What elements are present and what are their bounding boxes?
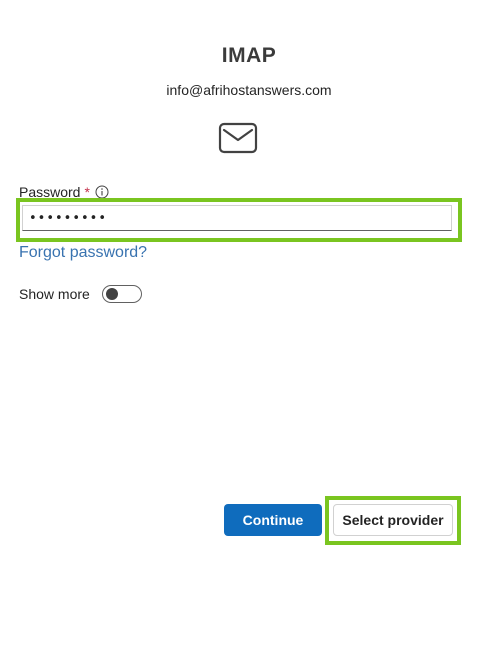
mail-envelope-icon	[218, 122, 258, 154]
show-more-row: Show more	[19, 285, 142, 303]
account-email: info@afrihostanswers.com	[166, 82, 332, 98]
toggle-knob	[105, 288, 118, 300]
show-more-label: Show more	[19, 286, 90, 302]
page-title: IMAP	[221, 44, 277, 67]
show-more-toggle[interactable]	[101, 285, 142, 303]
password-field[interactable]	[22, 205, 452, 231]
info-icon[interactable]	[95, 185, 109, 199]
forgot-password-link[interactable]: Forgot password?	[19, 244, 147, 262]
select-provider-button[interactable]: Select provider	[333, 504, 453, 536]
continue-button[interactable]: Continue	[224, 504, 322, 536]
